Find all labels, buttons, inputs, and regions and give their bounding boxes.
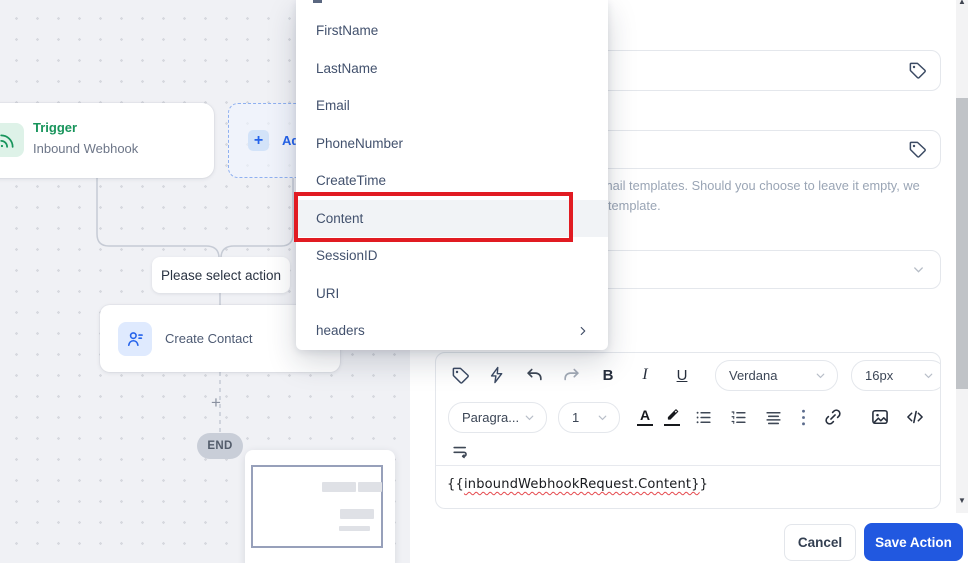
select-action-label: Please select action [152, 257, 290, 293]
dropdown-item-firstname[interactable]: FirstName [296, 12, 608, 50]
create-contact-label: Create Contact [165, 331, 253, 346]
highlighter-icon [667, 408, 678, 420]
template-token-close: } [699, 477, 709, 492]
trigger-node-subtitle: Inbound Webhook [33, 141, 139, 156]
highlight-color-button[interactable] [664, 408, 680, 427]
dropdown-item-phonenumber[interactable]: PhoneNumber [296, 125, 608, 163]
editor-toolbar-row2: Paragra... 1 A [436, 397, 940, 437]
helper-text-line1: mail templates. Should you choose to lea… [602, 178, 920, 193]
contact-person-icon [118, 321, 152, 356]
font-size-select[interactable]: 16px [851, 359, 940, 391]
text-color-bar [637, 423, 653, 427]
italic-button[interactable]: I [633, 363, 657, 387]
text-color-button[interactable]: A [637, 408, 653, 427]
dropdown-item-lastname[interactable]: LastName [296, 50, 608, 88]
more-options-kebab-icon[interactable] [796, 405, 810, 429]
highlight-color-bar [664, 423, 680, 427]
content-highlight-box [294, 192, 573, 242]
chevron-right-icon [576, 324, 590, 338]
text-wrap-icon[interactable] [448, 439, 472, 463]
list-level-value: 1 [572, 409, 580, 425]
rich-text-editor: B I U Verdana 16px Paragra... 1 A {{inb… [435, 352, 941, 509]
scroll-down-arrow-icon[interactable]: ▼ [956, 497, 968, 505]
paragraph-format-select[interactable]: Paragra... [448, 401, 547, 433]
dropdown-item-label: LastName [316, 60, 378, 76]
trigger-node-title: Trigger [33, 120, 78, 135]
clipped-item-fragment [313, 0, 322, 3]
paragraph-format-value: Paragra... [462, 409, 520, 425]
underline-button[interactable]: U [670, 363, 694, 387]
font-size-value: 16px [865, 367, 894, 383]
minimap-frame [251, 465, 383, 548]
minimap-bar [358, 482, 382, 492]
insert-image-icon[interactable] [868, 405, 892, 429]
dropdown-item-sessionid[interactable]: SessionID [296, 237, 608, 275]
chevron-down-icon [523, 411, 536, 424]
insert-link-icon[interactable] [821, 405, 845, 429]
save-action-button[interactable]: Save Action [864, 523, 963, 561]
end-badge: END [197, 433, 243, 459]
dropdown-item-headers[interactable]: headers [296, 312, 608, 350]
dropdown-item-uri[interactable]: URI [296, 275, 608, 313]
panel-scrollbar[interactable]: ▲ ▼ [956, 0, 968, 513]
add-connector-plus[interactable]: + [211, 393, 221, 413]
bold-button[interactable]: B [596, 363, 620, 387]
code-view-icon[interactable] [903, 405, 927, 429]
redo-icon[interactable] [559, 363, 583, 387]
chevron-down-icon [922, 369, 935, 382]
template-token-open: {{ [447, 477, 464, 492]
editor-toolbar-row1: B I U Verdana 16px [436, 353, 940, 397]
tag-icon[interactable] [907, 140, 927, 160]
minimap-bar [340, 509, 374, 519]
template-token-flagged: inboundWebhookRequest.Content} [463, 477, 700, 492]
bullet-list-icon[interactable] [691, 405, 715, 429]
webhook-signal-icon [0, 123, 24, 157]
dropdown-item-label: PhoneNumber [316, 135, 404, 151]
dropdown-item-label: headers [316, 323, 365, 339]
numbered-list-icon[interactable] [726, 405, 750, 429]
list-level-select[interactable]: 1 [558, 401, 620, 433]
plus-icon: + [248, 130, 269, 151]
dynamic-content-bolt-icon[interactable] [485, 363, 509, 387]
scrollbar-thumb[interactable] [956, 98, 968, 389]
text-color-letter: A [639, 406, 651, 423]
trigger-node[interactable]: Trigger Inbound Webhook [0, 103, 214, 178]
minimap-bar [322, 482, 356, 492]
tag-icon[interactable] [907, 61, 927, 81]
chevron-down-icon [814, 369, 827, 382]
font-family-value: Verdana [729, 367, 778, 383]
dropdown-item-label: CreateTime [316, 173, 387, 189]
merge-tag-icon[interactable] [448, 363, 472, 387]
dropdown-item-label: Email [316, 98, 350, 114]
font-family-select[interactable]: Verdana [715, 359, 838, 391]
editor-content-area[interactable]: {{inboundWebhookRequest.Content}} [436, 465, 940, 503]
dropdown-item-label: SessionID [316, 248, 378, 264]
editor-toolbar-row3 [436, 437, 940, 465]
helper-text-line2: template. [608, 198, 661, 213]
dropdown-item-email[interactable]: Email [296, 87, 608, 125]
chevron-down-icon [911, 262, 926, 277]
scroll-up-arrow-icon[interactable]: ▲ [956, 0, 968, 6]
canvas-minimap-preview [245, 450, 395, 563]
chevron-down-icon [596, 411, 609, 424]
minimap-bar [339, 526, 370, 531]
dropdown-item-label: FirstName [316, 23, 379, 39]
dropdown-item-label: URI [316, 285, 340, 301]
undo-icon[interactable] [522, 363, 546, 387]
align-text-icon[interactable] [761, 405, 785, 429]
cancel-button[interactable]: Cancel [784, 524, 856, 561]
webhook-fields-dropdown: FirstName LastName Email PhoneNumber Cre… [296, 0, 608, 350]
